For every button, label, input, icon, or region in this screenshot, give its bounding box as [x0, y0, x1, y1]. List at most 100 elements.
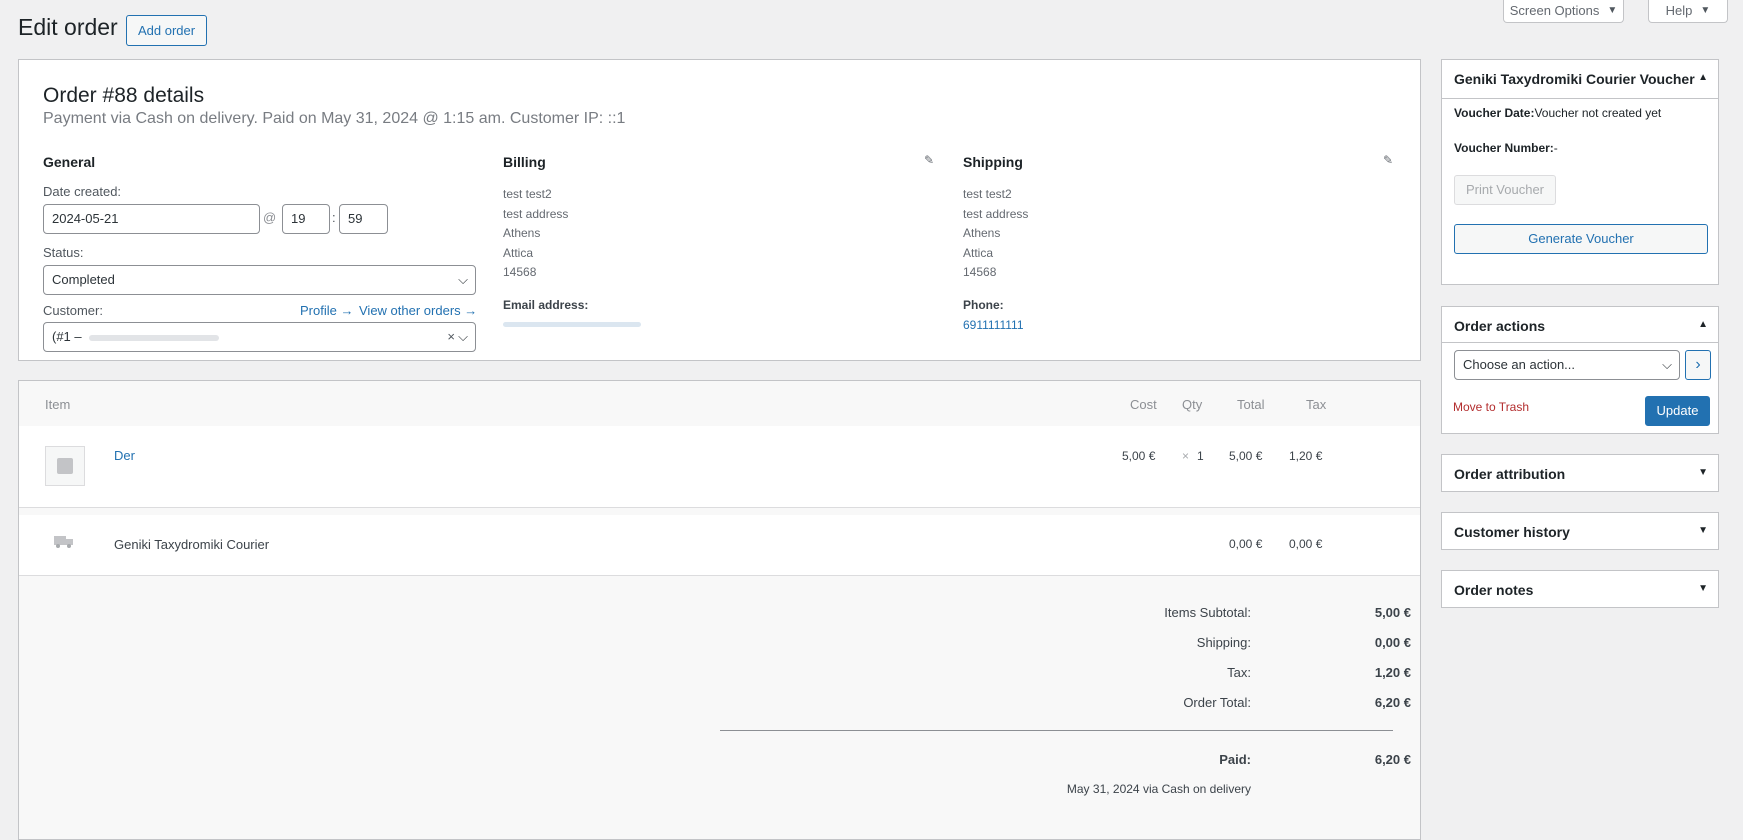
shipping-address: test test2 test address Athens Attica 14…: [963, 185, 1028, 283]
col-cost: Cost: [1130, 397, 1157, 412]
voucher-date-label: Voucher Date:: [1454, 106, 1535, 120]
paid-value: 6,20 €: [1374, 752, 1411, 767]
tax-total-value: 1,20 €: [1374, 665, 1411, 680]
update-button[interactable]: Update: [1645, 396, 1710, 426]
order-notes-box[interactable]: Order notes ▼: [1441, 570, 1719, 608]
order-items-panel: Item Cost Qty Total Tax Der 5,00 € × 1 5…: [18, 380, 1421, 840]
billing-address: test test2 test address Athens Attica 14…: [503, 185, 568, 283]
print-voucher-button[interactable]: Print Voucher: [1454, 175, 1556, 205]
voucher-number-label: Voucher Number:: [1454, 141, 1554, 155]
col-total: Total: [1237, 397, 1265, 412]
at-symbol: @: [263, 210, 277, 225]
order-total-label: Order Total:: [1183, 695, 1251, 710]
item-cost: 5,00 €: [1122, 449, 1156, 463]
edit-billing-icon[interactable]: ✎: [924, 153, 934, 167]
phone-label: Phone:: [963, 298, 1004, 312]
customer-label: Customer:: [43, 303, 103, 318]
paid-note: May 31, 2024 via Cash on delivery: [1066, 782, 1251, 796]
billing-line: test address: [503, 206, 569, 221]
time-colon: :: [332, 210, 336, 225]
help-label: Help: [1665, 3, 1693, 18]
shipping-title: Shipping: [963, 154, 1023, 170]
redacted-customer: [89, 335, 219, 341]
expand-arrow-icon[interactable]: ▼: [1698, 467, 1708, 478]
move-to-trash-link[interactable]: Move to Trash: [1453, 400, 1529, 414]
general-title: General: [43, 154, 96, 170]
item-tax: 1,20 €: [1289, 449, 1323, 463]
item-qty: 1: [1197, 449, 1204, 463]
shipping-tax: 0,00 €: [1289, 537, 1323, 551]
shipping-line: Athens: [963, 226, 1001, 240]
date-created-label: Date created:: [43, 184, 122, 199]
totals-divider: [720, 730, 1393, 731]
order-meta: Payment via Cash on delivery. Paid on Ma…: [43, 110, 626, 127]
order-attribution-title: Order attribution: [1454, 466, 1566, 482]
add-order-button[interactable]: Add order: [126, 15, 208, 46]
status-select[interactable]: Completed ⌵: [43, 265, 476, 295]
truck-icon: [54, 536, 73, 548]
help-tab[interactable]: Help ▼: [1648, 0, 1728, 23]
edit-shipping-icon[interactable]: ✎: [1383, 153, 1393, 167]
chevron-down-icon: ⌵: [458, 329, 468, 344]
view-other-orders-link[interactable]: View other orders →: [359, 303, 477, 318]
caret-down-icon: ▼: [1700, 5, 1711, 16]
shipping-line: test address: [963, 206, 1029, 221]
status-label: Status:: [43, 245, 84, 260]
voucher-number-row: Voucher Number:-: [1454, 141, 1558, 155]
chevron-down-icon: ⌵: [458, 272, 468, 287]
collapse-arrow-icon[interactable]: ▲: [1698, 319, 1708, 330]
items-subtotal-label: Items Subtotal:: [1164, 605, 1251, 620]
billing-title: Billing: [503, 154, 546, 170]
minute-input[interactable]: 59: [339, 204, 388, 234]
order-attribution-box[interactable]: Order attribution ▼: [1441, 454, 1719, 492]
profile-link[interactable]: Profile →: [300, 303, 353, 318]
col-qty: Qty: [1182, 397, 1203, 412]
redacted-email-link[interactable]: [503, 322, 641, 327]
col-item: Item: [45, 397, 71, 412]
shipping-total-label: Shipping:: [1196, 635, 1251, 650]
billing-line: Attica: [503, 245, 534, 260]
order-action-select[interactable]: Choose an action... ⌵: [1454, 350, 1680, 380]
customer-history-box[interactable]: Customer history ▼: [1441, 512, 1719, 550]
order-action-placeholder: Choose an action...: [1463, 357, 1576, 372]
voucher-number-value: -: [1553, 141, 1558, 155]
expand-arrow-icon[interactable]: ▼: [1698, 525, 1708, 536]
order-notes-title: Order notes: [1454, 582, 1534, 598]
paid-label: Paid:: [1219, 752, 1251, 767]
items-table-header: Item Cost Qty Total Tax: [19, 381, 1420, 427]
customer-select[interactable]: (#1 – × ⌵: [43, 322, 476, 352]
collapse-arrow-icon[interactable]: ▲: [1698, 72, 1708, 83]
phone-link[interactable]: 6911111111: [963, 318, 1024, 332]
clear-icon[interactable]: ×: [447, 323, 455, 351]
page-title: Edit order: [18, 14, 118, 40]
screen-options-tab[interactable]: Screen Options ▼: [1503, 0, 1624, 23]
product-name-link[interactable]: Der: [114, 448, 135, 463]
generate-voucher-button[interactable]: Generate Voucher: [1454, 224, 1708, 254]
order-actions-title: Order actions: [1454, 318, 1546, 334]
line-item-row: Der 5,00 € × 1 5,00 € 1,20 €: [19, 426, 1420, 508]
order-data-panel: Order #88 details Payment via Cash on de…: [18, 59, 1421, 361]
expand-arrow-icon[interactable]: ▼: [1698, 583, 1708, 594]
shipping-method-name: Geniki Taxydromiki Courier: [114, 537, 270, 552]
voucher-box-header[interactable]: Geniki Taxydromiki Courier Voucher ▲: [1442, 60, 1718, 99]
date-created-input[interactable]: 2024-05-21: [43, 204, 260, 234]
hour-input[interactable]: 19: [282, 204, 330, 234]
voucher-date-value: Voucher not created yet: [1534, 106, 1662, 120]
voucher-box-title: Geniki Taxydromiki Courier Voucher: [1454, 71, 1695, 87]
caret-down-icon: ▼: [1607, 5, 1618, 16]
email-label: Email address:: [503, 298, 589, 312]
shipping-line: test test2: [963, 187, 1012, 201]
voucher-date-row: Voucher Date:Voucher not created yet: [1454, 106, 1661, 120]
shipping-line: Attica: [963, 245, 994, 260]
item-total: 5,00 €: [1229, 449, 1263, 463]
order-actions-header[interactable]: Order actions ▲: [1442, 307, 1718, 343]
qty-multiplier: ×: [1182, 449, 1190, 463]
customer-value: (#1 –: [52, 329, 82, 344]
apply-action-button[interactable]: ›: [1685, 350, 1711, 380]
billing-line: Athens: [503, 226, 541, 240]
order-actions-box: Order actions ▲ Choose an action... ⌵ › …: [1441, 306, 1719, 434]
items-subtotal-value: 5,00 €: [1374, 605, 1411, 620]
shipping-line: 14568: [963, 265, 997, 279]
tax-total-label: Tax:: [1227, 665, 1251, 680]
order-total-value: 6,20 €: [1374, 695, 1411, 710]
